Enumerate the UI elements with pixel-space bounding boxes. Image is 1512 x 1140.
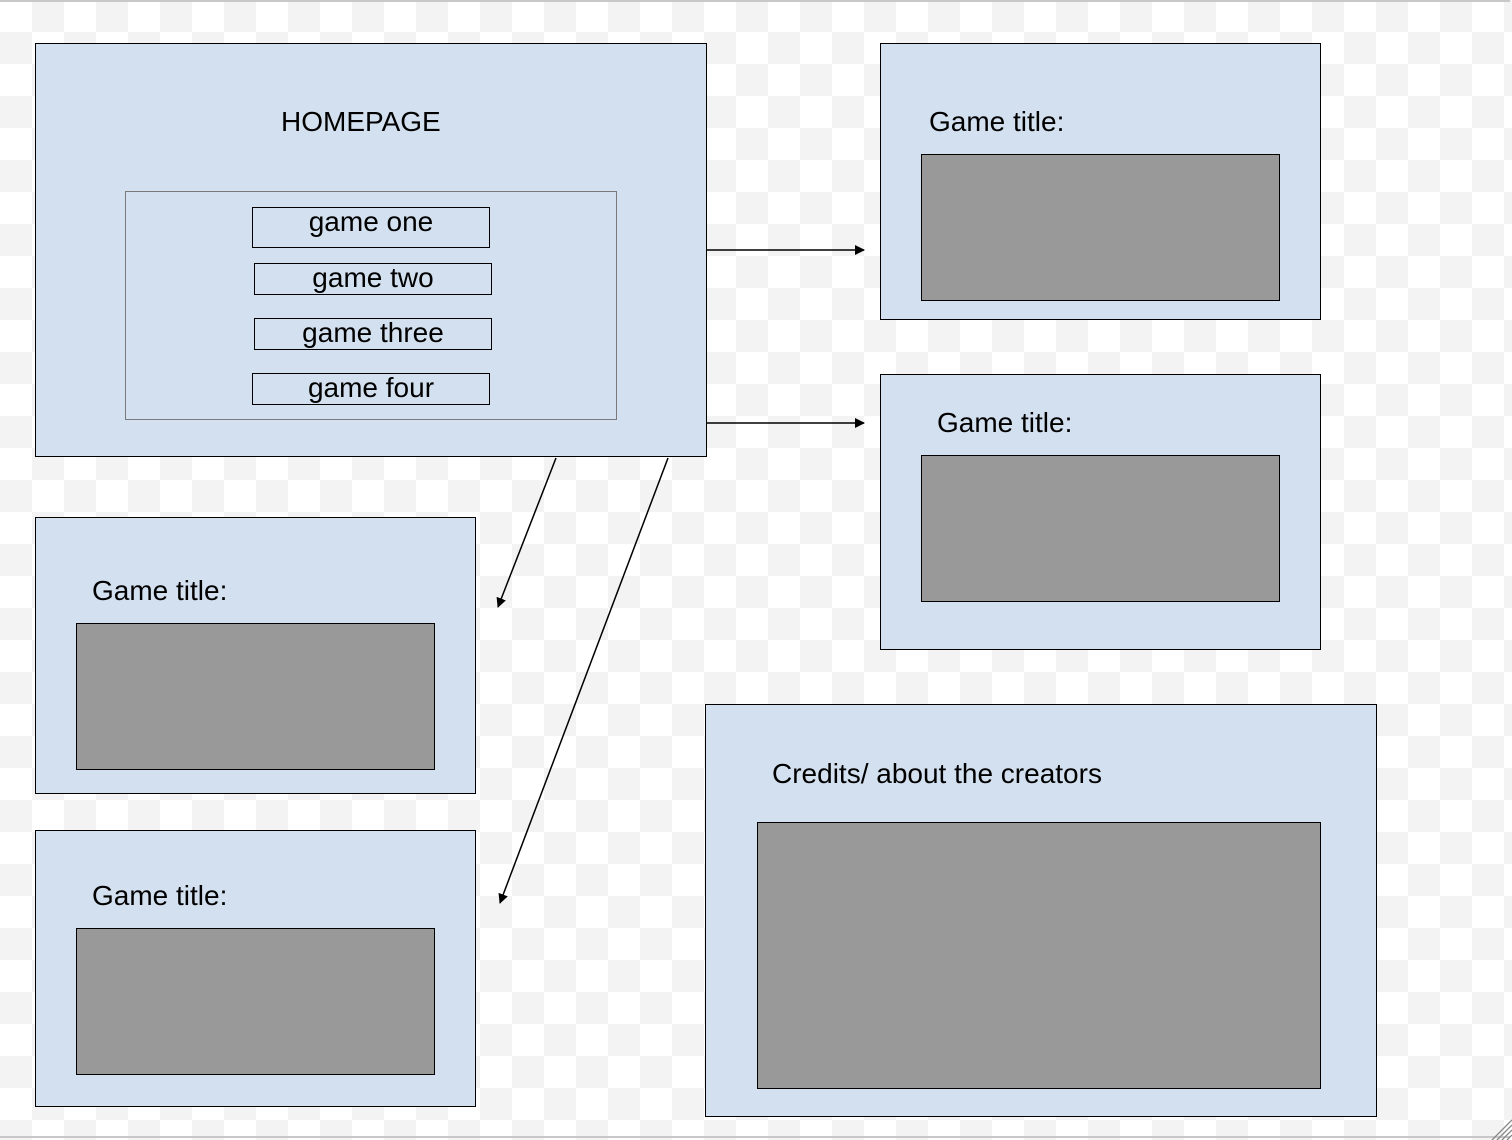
game-list: game one game two game three game four — [125, 191, 617, 420]
game-screen-placeholder — [76, 928, 435, 1075]
credits-content-placeholder — [757, 822, 1321, 1089]
game-screen-placeholder — [921, 154, 1280, 301]
game-page-title: Game title: — [929, 106, 1065, 137]
game-page-title: Game title: — [937, 407, 1073, 438]
credits-title: Credits/ about the creators — [772, 758, 1102, 789]
game-four-button[interactable]: game four — [252, 373, 490, 405]
arrow-to-game-page-4 — [498, 457, 669, 904]
game-page-1: Game title: — [880, 43, 1321, 320]
resize-grip-icon[interactable] — [1488, 1116, 1512, 1140]
game-page-3: Game title: — [35, 517, 476, 794]
game-page-title: Game title: — [92, 880, 228, 911]
game-one-button[interactable]: game one — [252, 207, 490, 248]
game-three-button[interactable]: game three — [254, 318, 492, 350]
homepage-panel: HOMEPAGE game one game two game three ga… — [35, 43, 707, 457]
game-page-title: Game title: — [92, 575, 228, 606]
arrow-to-game-page-3 — [496, 457, 557, 608]
credits-panel: Credits/ about the creators — [705, 704, 1377, 1117]
game-page-2: Game title: — [880, 374, 1321, 650]
game-two-button[interactable]: game two — [254, 263, 492, 295]
game-screen-placeholder — [76, 623, 435, 770]
game-screen-placeholder — [921, 455, 1280, 602]
homepage-title: HOMEPAGE — [281, 106, 441, 137]
game-page-4: Game title: — [35, 830, 476, 1107]
